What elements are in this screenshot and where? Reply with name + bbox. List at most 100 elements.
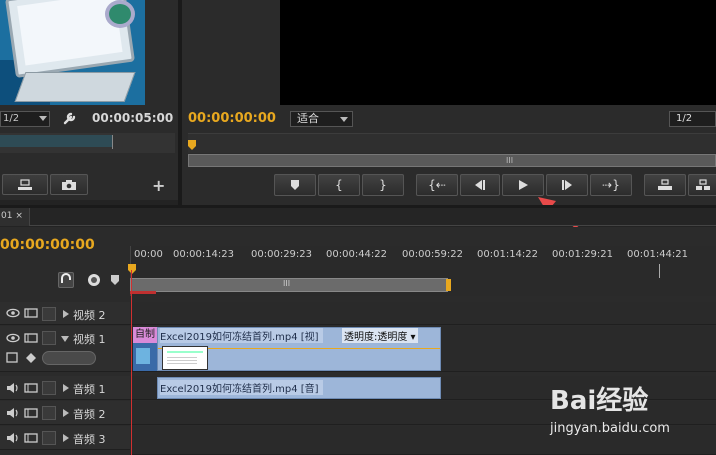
program-time-ruler[interactable]: III bbox=[188, 133, 716, 167]
work-area-end-handle[interactable] bbox=[446, 279, 451, 291]
track-name: 视频 1 bbox=[73, 333, 106, 346]
title-clip-thumbnail[interactable] bbox=[133, 343, 157, 371]
title-clip[interactable]: 自制 bbox=[133, 327, 157, 343]
go-to-out-button[interactable]: ⇢} bbox=[590, 174, 632, 196]
source-time-ruler[interactable] bbox=[0, 133, 175, 153]
step-forward-button[interactable] bbox=[546, 174, 588, 196]
mark-in-button[interactable]: { bbox=[318, 174, 360, 196]
ruler-tick-label: 00:01:14:22 bbox=[477, 249, 539, 260]
track-header-audio3: 音频 3 bbox=[0, 426, 130, 450]
step-forward-icon bbox=[562, 180, 572, 190]
audio-clip[interactable]: Excel2019如何冻结首列.mp4 [音] bbox=[157, 377, 441, 399]
mark-in-icon: { bbox=[335, 178, 343, 192]
watermark-logo: Bai经验 bbox=[550, 386, 649, 416]
expand-triangle-icon[interactable] bbox=[63, 409, 69, 417]
extract-button[interactable] bbox=[688, 174, 716, 196]
timeline-tab-bar bbox=[0, 208, 716, 226]
play-button[interactable] bbox=[502, 174, 544, 196]
snap-icon[interactable] bbox=[58, 272, 74, 288]
speaker-icon[interactable] bbox=[6, 382, 20, 394]
keyframe-icon[interactable] bbox=[24, 352, 38, 364]
source-scale-value: 1/2 bbox=[3, 113, 20, 124]
go-to-out-icon: ⇢} bbox=[602, 178, 620, 192]
insert-icon bbox=[18, 178, 32, 190]
work-area-grip: III bbox=[283, 279, 291, 288]
playhead-line[interactable] bbox=[131, 270, 132, 455]
fit-dropdown[interactable]: 适合 bbox=[290, 111, 353, 127]
source-preview-image bbox=[0, 0, 145, 105]
marker-icon bbox=[291, 180, 299, 190]
add-marker-button[interactable] bbox=[274, 174, 316, 196]
track-name: 视频 2 bbox=[73, 309, 106, 322]
film-icon[interactable] bbox=[24, 382, 38, 394]
go-to-in-button[interactable]: {⇠ bbox=[416, 174, 458, 196]
extract-icon bbox=[696, 179, 710, 190]
chevron-down-icon bbox=[340, 117, 348, 122]
track-header-video2: 视频 2 bbox=[0, 302, 130, 325]
eye-icon[interactable] bbox=[6, 332, 20, 344]
add-button[interactable]: + bbox=[152, 176, 165, 195]
mark-out-icon: } bbox=[379, 178, 387, 192]
film-icon[interactable] bbox=[24, 432, 38, 444]
track-name: 音频 3 bbox=[73, 433, 106, 446]
track-name: 音频 2 bbox=[73, 408, 106, 421]
ruler-tick-label: 00:00:14:23 bbox=[173, 249, 235, 260]
source-timecode[interactable]: 00:00:05:00 bbox=[92, 111, 173, 125]
lift-button[interactable] bbox=[644, 174, 686, 196]
go-to-in-icon: {⇠ bbox=[428, 178, 446, 192]
export-frame-button[interactable] bbox=[50, 174, 88, 195]
ruler-tick-label: 00:00:29:23 bbox=[251, 249, 313, 260]
expand-triangle-icon[interactable] bbox=[63, 434, 69, 442]
program-zoom-bar[interactable] bbox=[188, 154, 716, 167]
step-back-button[interactable] bbox=[460, 174, 500, 196]
track-lock-toggle[interactable] bbox=[42, 331, 56, 345]
film-icon[interactable] bbox=[24, 307, 38, 319]
fit-value: 适合 bbox=[297, 112, 319, 125]
audio-clip-label: Excel2019如何冻结首列.mp4 [音] bbox=[160, 380, 323, 395]
video-clip[interactable]: Excel2019如何冻结首列.mp4 [视] 透明度:透明度 ▾ bbox=[157, 327, 441, 371]
film-icon[interactable] bbox=[24, 332, 38, 344]
track-lock-toggle[interactable] bbox=[42, 307, 56, 321]
tab-sequence[interactable]: 01 × bbox=[0, 208, 30, 226]
camera-icon bbox=[62, 179, 76, 190]
expand-triangle-icon[interactable] bbox=[63, 384, 69, 392]
wrench-icon[interactable] bbox=[62, 110, 78, 126]
track-lock-toggle[interactable] bbox=[42, 431, 56, 445]
mark-out-button[interactable]: } bbox=[362, 174, 404, 196]
expand-triangle-icon[interactable] bbox=[63, 310, 69, 318]
display-style-icon[interactable] bbox=[6, 352, 20, 364]
collapse-triangle-icon[interactable] bbox=[61, 336, 69, 342]
video-clip-label: Excel2019如何冻结首列.mp4 [视] bbox=[160, 328, 323, 343]
keyframe-navigator[interactable] bbox=[42, 351, 96, 365]
program-preview bbox=[280, 0, 716, 105]
playhead-icon[interactable] bbox=[188, 140, 196, 150]
ruler-tick-label: 00:01:29:21 bbox=[552, 249, 614, 260]
track-header-audio1: 音频 1 bbox=[0, 376, 130, 400]
track-row-video2[interactable] bbox=[130, 302, 716, 325]
film-icon[interactable] bbox=[24, 407, 38, 419]
marker-icon[interactable] bbox=[86, 272, 102, 288]
watermark-url: jingyan.baidu.com bbox=[550, 421, 670, 436]
speaker-icon[interactable] bbox=[6, 432, 20, 444]
opacity-dropdown[interactable]: 透明度:透明度 ▾ bbox=[342, 328, 418, 343]
lift-icon bbox=[658, 179, 672, 190]
source-scale-dropdown[interactable]: 1/2 bbox=[0, 111, 50, 127]
work-area-bar[interactable]: III bbox=[130, 278, 451, 292]
program-timecode[interactable]: 00:00:00:00 bbox=[188, 111, 276, 126]
chevron-down-icon bbox=[39, 116, 47, 121]
ruler-tick bbox=[659, 264, 660, 278]
render-indicator bbox=[130, 291, 156, 294]
resolution-dropdown[interactable]: 1/2 bbox=[669, 111, 716, 127]
eye-icon[interactable] bbox=[6, 307, 20, 319]
track-lock-toggle[interactable] bbox=[42, 406, 56, 420]
video-clip-thumbnail bbox=[162, 346, 208, 370]
track-name: 音频 1 bbox=[73, 383, 106, 396]
ruler-tick-label: 00:00:59:22 bbox=[402, 249, 464, 260]
track-header-audio2: 音频 2 bbox=[0, 401, 130, 425]
speaker-icon[interactable] bbox=[6, 407, 20, 419]
timeline-timecode[interactable]: 00:00:00:00 bbox=[0, 237, 95, 253]
play-icon bbox=[519, 180, 528, 190]
insert-button[interactable] bbox=[2, 174, 48, 195]
add-marker-icon[interactable] bbox=[110, 274, 120, 286]
track-lock-toggle[interactable] bbox=[42, 381, 56, 395]
